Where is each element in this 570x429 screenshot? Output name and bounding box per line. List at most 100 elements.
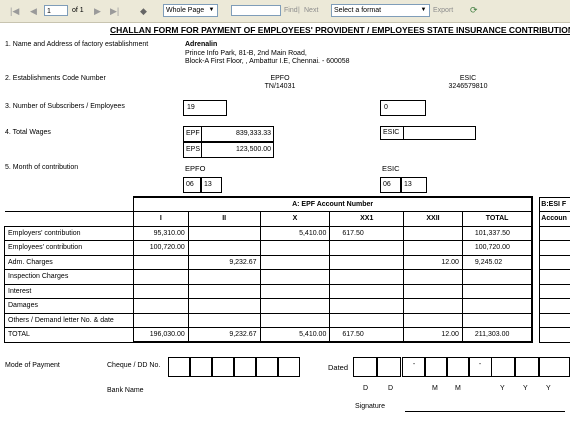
report-toolbar: |◀ ◀ 1 of 1 ▶ ▶| ◆ Whole Page ▼ Find | N… — [0, 0, 570, 23]
gap — [532, 328, 540, 343]
next-page-icon[interactable]: ▶ — [94, 5, 101, 17]
table-cell: 9,232.67 — [187, 254, 261, 270]
first-page-icon[interactable]: |◀ — [10, 5, 19, 17]
empty-corner — [4, 197, 134, 212]
dated-label: Dated — [328, 363, 349, 372]
table-cell: 211,303.00 — [461, 327, 534, 343]
esic-year-field: 13 — [401, 177, 427, 193]
date-format-letter: Y — [546, 385, 551, 392]
col-header: XXII — [403, 211, 463, 227]
find-input[interactable] — [231, 5, 281, 16]
section-2-label: 2. Establishments Code Number — [5, 75, 106, 82]
col-header: X — [259, 211, 331, 227]
esi-cell — [539, 327, 570, 343]
cheque-digit-cell — [190, 357, 212, 377]
esi-cell — [539, 254, 570, 270]
signature-line — [405, 411, 565, 412]
epfo-year-field: 13 — [201, 177, 222, 193]
back-icon[interactable]: ◆ — [140, 5, 147, 17]
date-separator-cell: - — [468, 357, 492, 377]
table-cell — [132, 298, 189, 314]
table-cell — [403, 269, 463, 285]
divider — [201, 127, 202, 141]
gap — [532, 255, 540, 270]
cheque-dd-label: Cheque / DD No. — [107, 362, 161, 369]
table-row: Inspection Charges — [4, 269, 570, 285]
prev-page-icon[interactable]: ◀ — [30, 5, 37, 17]
table-cell — [403, 225, 463, 241]
epfo-heading: EPFO — [270, 75, 290, 82]
table-group-header-row: A: EPF Account Number B:ESI F — [4, 196, 570, 212]
gap — [531, 197, 540, 212]
epfo-month-field: 06 — [183, 177, 201, 193]
gap — [532, 241, 540, 256]
chevron-down-icon: ▼ — [420, 7, 427, 13]
table-row: Adm. Charges 9,232.67 12.00 9,245.02 — [4, 254, 570, 270]
divider — [403, 127, 404, 139]
last-page-icon[interactable]: ▶| — [110, 5, 119, 17]
col-header: XX1 — [329, 211, 405, 227]
table-cell — [259, 312, 331, 328]
esi-cell — [539, 269, 570, 285]
esi-account-header: B:ESI F — [539, 196, 570, 212]
date-digit-cell — [539, 357, 570, 377]
table-row: Interest — [4, 283, 570, 299]
esi-cell — [539, 298, 570, 314]
table-cell — [329, 312, 405, 328]
refresh-icon[interactable]: ⟳ — [470, 4, 478, 16]
table-cell — [187, 225, 261, 241]
table-cell — [259, 240, 331, 256]
cheque-digit-cell — [234, 357, 256, 377]
esi-cell — [539, 283, 570, 299]
zoom-select[interactable]: Whole Page ▼ — [163, 4, 218, 17]
table-cell — [132, 269, 189, 285]
table-cell — [132, 312, 189, 328]
row-label: Employers' contribution — [4, 225, 134, 241]
eps-tag: EPS — [186, 146, 201, 153]
table-column-header-row: I II X XX1 XXII TOTAL Accoun — [4, 211, 570, 227]
table-cell: 100,720.00 — [132, 240, 189, 256]
divider — [201, 143, 202, 157]
gap — [532, 299, 540, 314]
date-digit-cell — [424, 357, 448, 377]
esic-month-field: 06 — [380, 177, 401, 193]
esic-month-label: ESIC — [382, 164, 400, 173]
table-cell — [259, 283, 331, 299]
row-label: TOTAL — [4, 327, 134, 343]
esi-cell — [539, 312, 570, 328]
table-cell — [187, 283, 261, 299]
table-cell — [329, 269, 405, 285]
table-cell — [259, 298, 331, 314]
company-name: Adrenalin — [185, 41, 218, 48]
date-digit-cell — [353, 357, 377, 377]
date-digit-cell — [377, 357, 401, 377]
next-link[interactable]: Next — [304, 7, 318, 14]
esi-account-subheader: Accoun — [539, 211, 570, 227]
chevron-down-icon: ▼ — [208, 7, 215, 13]
table-row: Employees' contribution 100,720.00 100,720… — [4, 240, 570, 256]
page-number-input[interactable]: 1 — [44, 5, 68, 16]
esi-cell — [539, 240, 570, 256]
table-cell — [187, 269, 261, 285]
table-cell — [329, 283, 405, 299]
epfo-month-label: EPFO — [185, 164, 206, 173]
cheque-digit-cell — [278, 357, 300, 377]
row-label: Interest — [4, 283, 134, 299]
table-cell — [329, 254, 405, 270]
table-row: Employers' contribution 95,310.00 5,410.00… — [4, 225, 570, 241]
table-cell — [187, 298, 261, 314]
table-cell: 617.50 — [329, 225, 405, 241]
date-digit-cell — [446, 357, 470, 377]
table-cell: 9,245.02 — [461, 254, 534, 270]
toolbar-separator: | — [298, 7, 300, 14]
find-link[interactable]: Find — [284, 7, 298, 14]
date-format-letter: M — [432, 385, 438, 392]
epfo-code: TN/14031 — [264, 83, 296, 90]
esi-cell — [539, 225, 570, 241]
export-link[interactable]: Export — [433, 7, 453, 14]
export-format-select[interactable]: Select a format ▼ — [331, 4, 430, 17]
cheque-digit-cell — [256, 357, 278, 377]
row-label: Damages — [4, 298, 134, 314]
epf-wages-box: EPF 839,333.33 — [183, 126, 274, 142]
esic-wages-box: ESIC — [380, 126, 476, 140]
